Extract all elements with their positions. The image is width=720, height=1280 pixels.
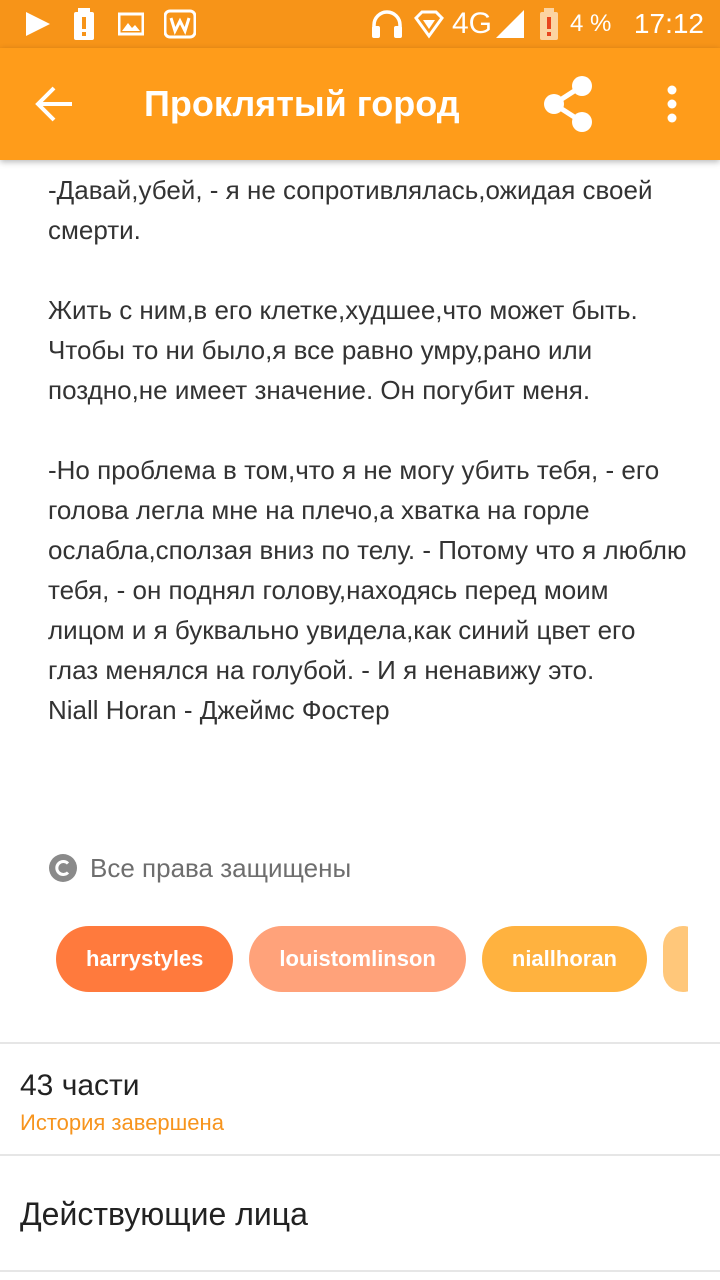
battery-low-icon bbox=[540, 8, 558, 40]
clock: 17:12 bbox=[633, 8, 704, 39]
story-status: История завершена bbox=[20, 1110, 224, 1135]
divider bbox=[0, 1042, 720, 1044]
story-text: -Давай,убей, - я не сопротивлялась,ожида… bbox=[48, 170, 688, 730]
parts-count[interactable]: 43 части bbox=[20, 1066, 140, 1106]
arrow-back-icon[interactable] bbox=[24, 76, 88, 132]
story-paragraph: Жить с ним,в его клетке,худшее,что может… bbox=[48, 295, 638, 405]
copyright-icon bbox=[49, 854, 77, 882]
tag-more[interactable] bbox=[663, 926, 688, 992]
copyright-text: Все права защищены bbox=[90, 852, 352, 883]
battery-alert-icon bbox=[74, 8, 94, 40]
divider bbox=[0, 1154, 720, 1156]
divider bbox=[0, 1270, 720, 1272]
story-paragraph: -Но проблема в том,что я не могу убить т… bbox=[48, 455, 687, 685]
headset-icon bbox=[372, 10, 402, 38]
tag-list: harrystyles louistomlinson niallhoran bbox=[56, 926, 688, 992]
copyright-notice: Все права защищены bbox=[48, 848, 351, 888]
image-icon bbox=[118, 12, 144, 36]
more-vert-icon[interactable] bbox=[648, 76, 696, 132]
battery-level: 4 % bbox=[570, 10, 612, 37]
w-app-icon bbox=[164, 9, 196, 39]
story-paragraph: -Давай,убей, - я не сопротивлялась,ожида… bbox=[48, 175, 653, 245]
tag-niallhoran[interactable]: niallhoran bbox=[481, 926, 647, 992]
play-icon bbox=[26, 12, 50, 36]
characters-section[interactable]: Действующие лица bbox=[20, 1192, 308, 1236]
signal-bars-icon bbox=[496, 10, 524, 38]
network-type: 4G bbox=[452, 7, 493, 40]
story-title: Проклятый город bbox=[144, 83, 460, 124]
share-icon[interactable] bbox=[536, 74, 600, 134]
story-paragraph: Niall Horan - Джеймс Фостер bbox=[48, 695, 390, 725]
signal-diamond-icon bbox=[414, 10, 444, 39]
tag-harrystyles[interactable]: harrystyles bbox=[56, 926, 234, 992]
app-bar: Проклятый город bbox=[0, 48, 720, 160]
status-bar: 4G 4 % 17:12 bbox=[0, 0, 720, 48]
tag-louistomlinson[interactable]: louistomlinson bbox=[249, 926, 466, 992]
